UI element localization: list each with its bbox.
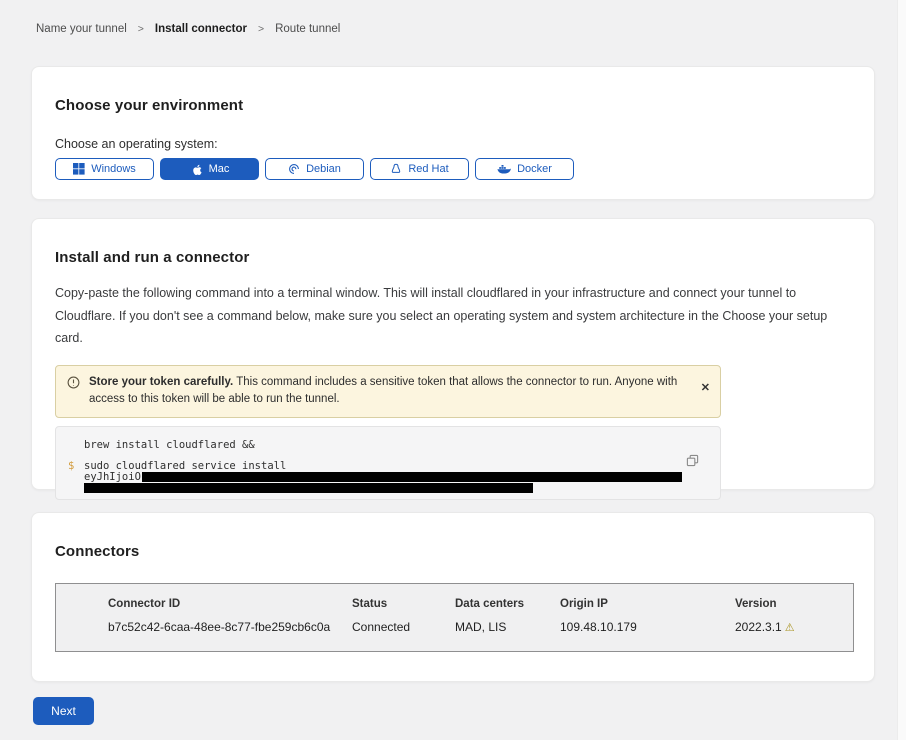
token-warning-title: Store your token carefully. xyxy=(89,376,233,388)
version-warning-icon: ⚠ xyxy=(785,622,795,634)
environment-card: Choose your environment Choose an operat… xyxy=(31,66,875,200)
connectors-table: Connector ID b7c52c42-6caa-48ee-8c77-fbe… xyxy=(55,583,854,652)
debian-icon xyxy=(288,163,300,175)
install-command-code-block: brew install cloudflared && $ sudo cloud… xyxy=(55,426,721,500)
header-origin-ip: Origin IP xyxy=(560,598,735,610)
version-number: 2022.3.1 xyxy=(735,620,782,634)
os-button-label: Debian xyxy=(306,163,341,175)
token-warning-banner: Store your token carefully. This command… xyxy=(55,365,721,419)
code-line-4 xyxy=(68,483,708,493)
install-card: Install and run a connector Copy-paste t… xyxy=(31,218,875,490)
token-prefix: eyJhIjoiO xyxy=(84,472,141,483)
redhat-icon xyxy=(390,163,402,176)
apple-icon xyxy=(190,163,203,176)
copy-icon[interactable] xyxy=(686,454,699,470)
breadcrumb-separator: > xyxy=(138,23,144,35)
breadcrumb-install-connector[interactable]: Install connector xyxy=(155,23,247,35)
header-version: Version xyxy=(735,598,853,610)
shell-prompt: $ xyxy=(68,461,84,472)
redacted-token-bar xyxy=(142,472,682,482)
value-version: 2022.3.1⚠ xyxy=(735,620,853,634)
code-gutter xyxy=(68,472,84,483)
next-button[interactable]: Next xyxy=(33,697,94,725)
code-gutter xyxy=(68,440,84,451)
redacted-token-bar xyxy=(84,483,533,493)
connectors-card-title: Connectors xyxy=(55,513,851,560)
code-line-3: eyJhIjoiO xyxy=(68,472,708,483)
os-button-label: Mac xyxy=(209,163,230,175)
os-button-label: Docker xyxy=(517,163,552,175)
install-card-title: Install and run a connector xyxy=(55,219,851,266)
scrollbar-track[interactable] xyxy=(897,0,906,740)
code-line-1: brew install cloudflared && xyxy=(68,440,708,451)
header-data-centers: Data centers xyxy=(455,598,560,610)
column-data-centers: Data centers MAD, LIS xyxy=(455,598,560,651)
column-origin-ip: Origin IP 109.48.10.179 xyxy=(560,598,735,651)
breadcrumb-route-tunnel[interactable]: Route tunnel xyxy=(275,23,340,35)
code-line-1-text: brew install cloudflared && xyxy=(84,440,255,451)
connectors-card: Connectors Connector ID b7c52c42-6caa-48… xyxy=(31,512,875,682)
header-connector-id: Connector ID xyxy=(108,598,352,610)
breadcrumb: Name your tunnel > Install connector > R… xyxy=(36,23,340,35)
status-badge: Connected xyxy=(352,620,455,634)
os-button-redhat[interactable]: Red Hat xyxy=(370,158,469,180)
value-data-centers: MAD, LIS xyxy=(455,620,560,634)
docker-icon xyxy=(497,164,511,175)
os-button-mac[interactable]: Mac xyxy=(160,158,259,180)
value-connector-id: b7c52c42-6caa-48ee-8c77-fbe259cb6c0a xyxy=(108,620,352,634)
value-origin-ip: 109.48.10.179 xyxy=(560,620,735,634)
column-status: Status Connected xyxy=(352,598,455,651)
os-select-label: Choose an operating system: xyxy=(55,137,851,151)
os-button-label: Red Hat xyxy=(408,163,448,175)
close-icon[interactable]: ✕ xyxy=(701,383,710,394)
environment-card-title: Choose your environment xyxy=(55,67,851,114)
token-warning-text: Store your token carefully. This command… xyxy=(89,374,692,410)
breadcrumb-name-your-tunnel[interactable]: Name your tunnel xyxy=(36,23,127,35)
os-button-debian[interactable]: Debian xyxy=(265,158,364,180)
info-icon xyxy=(67,376,80,396)
tunnel-setup-page: Name your tunnel > Install connector > R… xyxy=(0,0,906,740)
code-gutter xyxy=(68,483,84,493)
breadcrumb-separator: > xyxy=(258,23,264,35)
os-button-label: Windows xyxy=(91,163,136,175)
install-description: Copy-paste the following command into a … xyxy=(55,282,849,350)
header-status: Status xyxy=(352,598,455,610)
os-button-group: Windows Mac Debian xyxy=(55,158,851,180)
column-version: Version 2022.3.1⚠ xyxy=(735,598,853,651)
windows-icon xyxy=(73,163,85,175)
os-button-docker[interactable]: Docker xyxy=(475,158,574,180)
code-line-2: $ sudo cloudflared service install xyxy=(68,461,708,472)
column-connector-id: Connector ID b7c52c42-6caa-48ee-8c77-fbe… xyxy=(108,598,352,651)
os-button-windows[interactable]: Windows xyxy=(55,158,154,180)
